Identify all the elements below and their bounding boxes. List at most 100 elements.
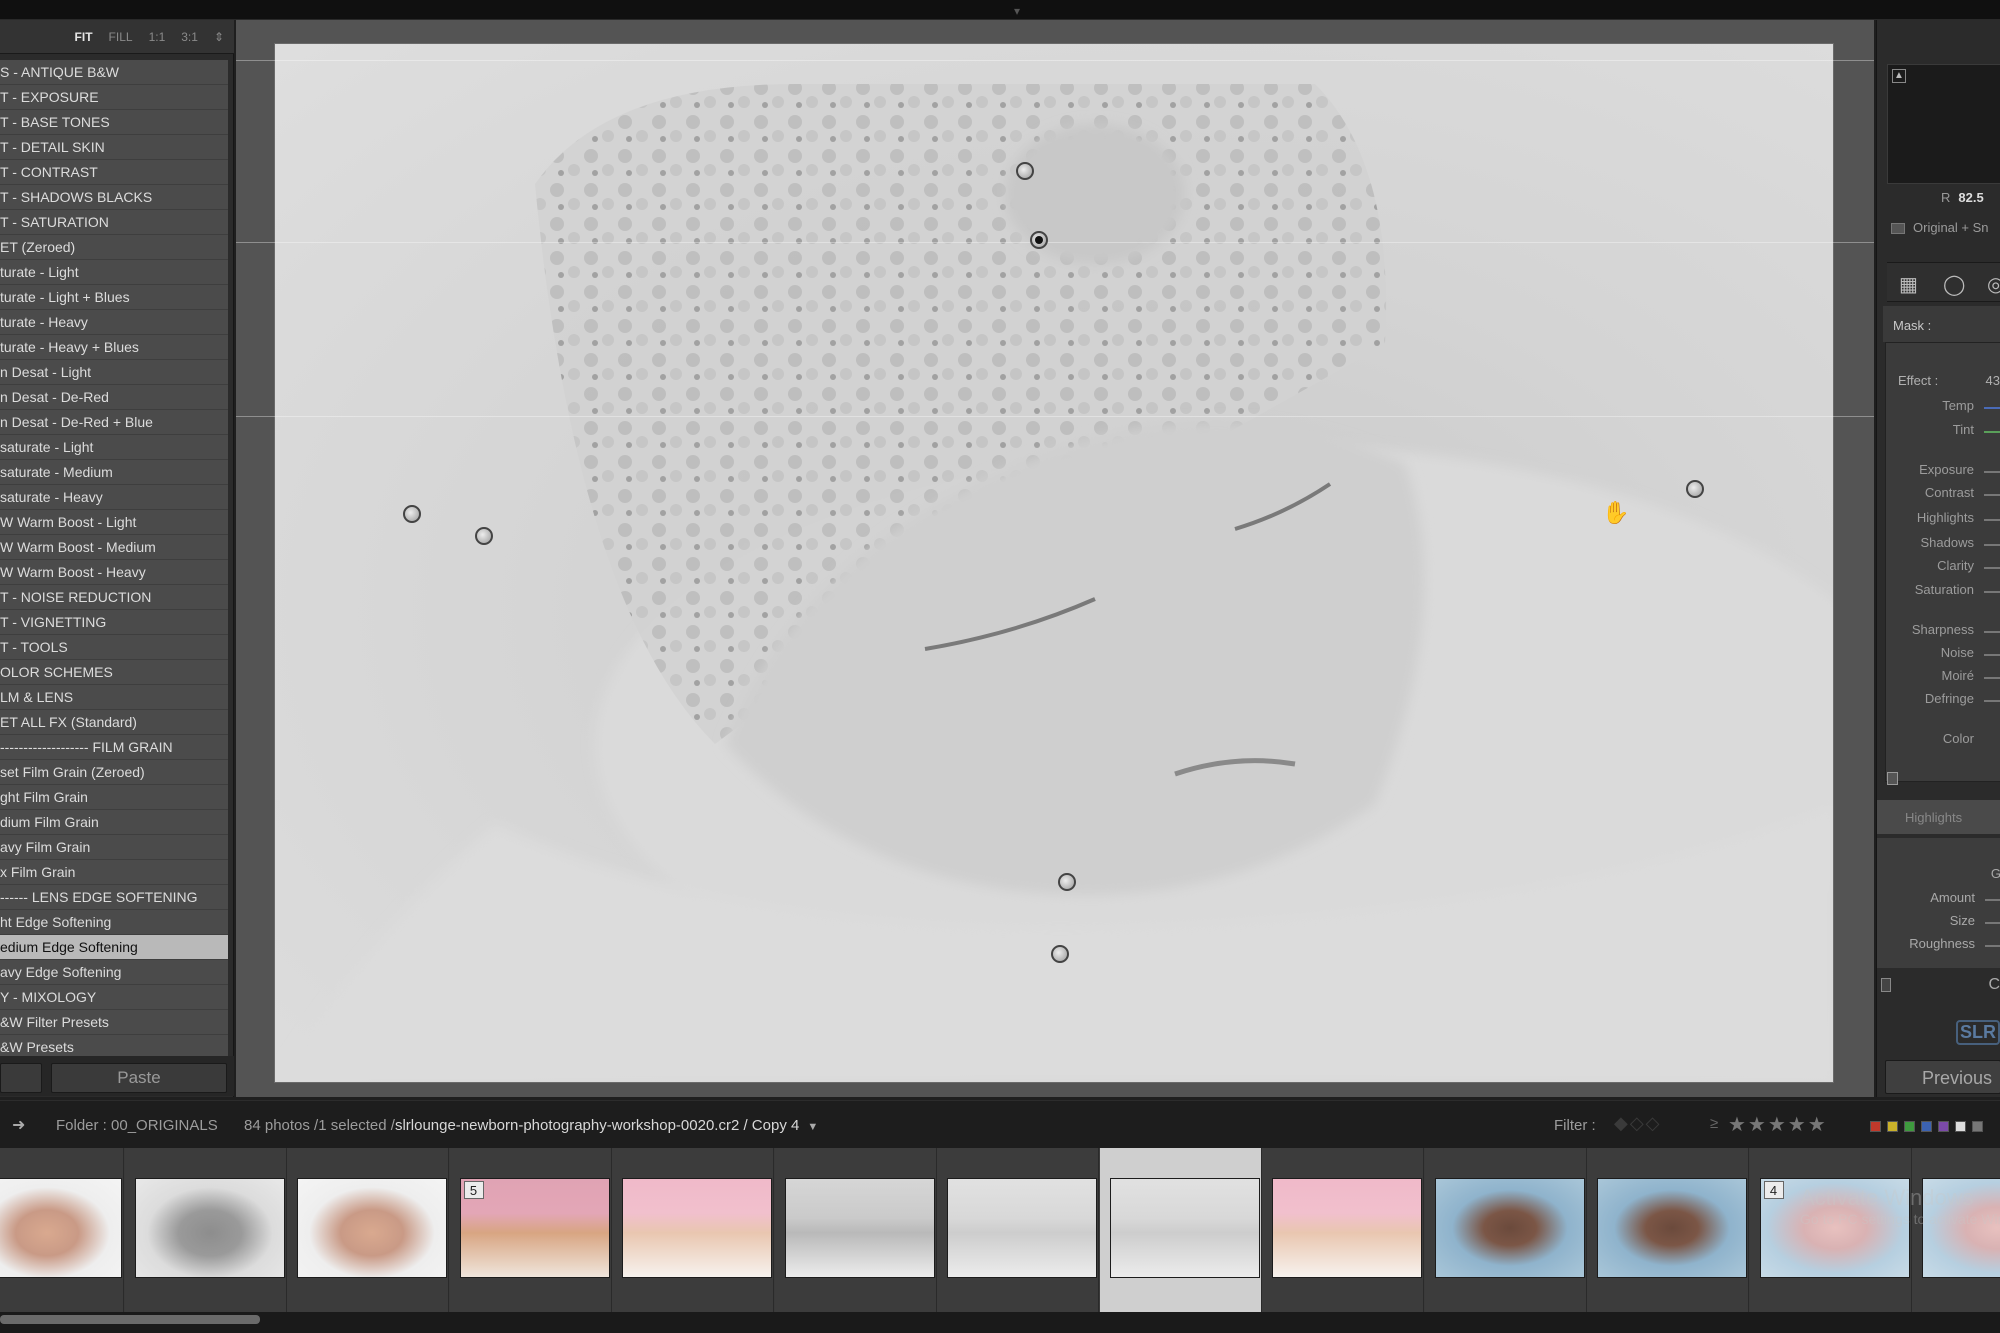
preset-item[interactable]: x Film Grain bbox=[0, 860, 228, 885]
preset-item[interactable]: T - VIGNETTING bbox=[0, 610, 228, 635]
panel-switch-icon[interactable] bbox=[1887, 772, 1898, 785]
zoom-1-1[interactable]: 1:1 bbox=[149, 30, 166, 44]
preset-item[interactable]: n Desat - Light bbox=[0, 360, 228, 385]
filmstrip-thumbnail[interactable] bbox=[1434, 1178, 1585, 1278]
filmstrip-thumbnail[interactable] bbox=[1597, 1178, 1747, 1278]
preset-item[interactable]: turate - Heavy + Blues bbox=[0, 335, 228, 360]
preset-item[interactable]: W Warm Boost - Medium bbox=[0, 535, 228, 560]
preset-item[interactable]: T - TOOLS bbox=[0, 635, 228, 660]
preset-item[interactable]: LM & LENS bbox=[0, 685, 228, 710]
collapse-letter[interactable]: C bbox=[1988, 976, 2000, 994]
adjustment-slider[interactable] bbox=[1984, 654, 2000, 656]
preset-item[interactable]: T - NOISE REDUCTION bbox=[0, 585, 228, 610]
preset-item[interactable]: avy Edge Softening bbox=[0, 960, 228, 985]
color-label-filter[interactable] bbox=[1870, 1121, 1983, 1132]
adjustment-pin[interactable] bbox=[475, 527, 493, 545]
filmstrip-cell[interactable] bbox=[1912, 1148, 2000, 1312]
folder-source[interactable]: Folder : 00_ORIGINALS bbox=[56, 1117, 218, 1134]
stack-count-badge[interactable]: 4 bbox=[1763, 1181, 1784, 1199]
preset-item[interactable]: W Warm Boost - Light bbox=[0, 510, 228, 535]
file-name[interactable]: slrlounge-newborn-photography-workshop-0… bbox=[395, 1117, 799, 1134]
preset-item[interactable]: T - EXPOSURE bbox=[0, 85, 228, 110]
color-label-swatch[interactable] bbox=[1870, 1121, 1881, 1132]
color-label-swatch[interactable] bbox=[1955, 1121, 1966, 1132]
filmstrip-cell[interactable]: 4 bbox=[1749, 1148, 1912, 1312]
main-photo[interactable] bbox=[274, 43, 1834, 1083]
grain-slider[interactable] bbox=[1985, 899, 2000, 901]
preset-item[interactable]: turate - Heavy bbox=[0, 310, 228, 335]
filmstrip-cell[interactable] bbox=[124, 1148, 287, 1312]
adjustment-slider[interactable] bbox=[1984, 494, 2000, 496]
filmstrip-cell[interactable] bbox=[1262, 1148, 1424, 1312]
preset-item[interactable]: S - ANTIQUE B&W bbox=[0, 60, 228, 85]
preset-item[interactable]: Y - MIXOLOGY bbox=[0, 985, 228, 1010]
adjustment-pin-active[interactable] bbox=[1030, 231, 1048, 249]
spot-removal-icon[interactable]: ◯ bbox=[1943, 272, 1965, 297]
image-view[interactable]: ✋ bbox=[236, 20, 1874, 1097]
preset-item[interactable]: saturate - Light bbox=[0, 435, 228, 460]
preset-item[interactable]: set Film Grain (Zeroed) bbox=[0, 760, 228, 785]
adjustment-slider[interactable] bbox=[1984, 677, 2000, 679]
preset-item[interactable]: turate - Light + Blues bbox=[0, 285, 228, 310]
preset-item[interactable]: dium Film Grain bbox=[0, 810, 228, 835]
paste-button[interactable]: Paste bbox=[51, 1063, 227, 1093]
presets-list[interactable]: S - ANTIQUE B&W T - EXPOSURE T - BASE TONE… bbox=[0, 60, 228, 1065]
filmstrip-cell[interactable] bbox=[612, 1148, 774, 1312]
color-label-swatch[interactable] bbox=[1921, 1121, 1932, 1132]
adjustment-slider[interactable] bbox=[1984, 407, 2000, 409]
filmstrip-cell[interactable] bbox=[937, 1148, 1099, 1312]
filmstrip-cell[interactable] bbox=[1424, 1148, 1587, 1312]
adjustment-pin[interactable] bbox=[1051, 945, 1069, 963]
color-label-swatch[interactable] bbox=[1938, 1121, 1949, 1132]
preset-item[interactable]: ------------------- FILM GRAIN bbox=[0, 735, 228, 760]
rating-operator[interactable]: ≥ bbox=[1710, 1115, 1718, 1132]
preset-item[interactable]: T - SATURATION bbox=[0, 210, 228, 235]
color-label-swatch[interactable] bbox=[1904, 1121, 1915, 1132]
adjustment-slider[interactable] bbox=[1984, 519, 2000, 521]
top-panel-strip[interactable]: ▾ bbox=[0, 0, 2000, 20]
copy-button[interactable] bbox=[0, 1063, 42, 1093]
filmstrip-scrollbar[interactable] bbox=[0, 1312, 2000, 1333]
zoom-3-1[interactable]: 3:1 bbox=[181, 30, 198, 44]
scrollbar-thumb[interactable] bbox=[0, 1315, 260, 1324]
preset-item[interactable]: ht Edge Softening bbox=[0, 910, 228, 935]
color-label-swatch[interactable] bbox=[1972, 1121, 1983, 1132]
preset-item[interactable]: ET (Zeroed) bbox=[0, 235, 228, 260]
grain-slider[interactable] bbox=[1985, 922, 2000, 924]
filmstrip-thumbnail[interactable] bbox=[622, 1178, 772, 1278]
adjustment-slider[interactable] bbox=[1984, 471, 2000, 473]
filmstrip-cell[interactable] bbox=[0, 1148, 124, 1312]
adjustment-pin[interactable] bbox=[403, 505, 421, 523]
panel-switch-icon[interactable] bbox=[1881, 978, 1891, 992]
filmstrip-thumbnail[interactable] bbox=[1272, 1178, 1422, 1278]
top-panel-toggle-icon[interactable]: ▾ bbox=[1014, 4, 1020, 18]
filmstrip[interactable]: 54 bbox=[0, 1148, 2000, 1312]
adjustment-slider[interactable] bbox=[1984, 591, 2000, 593]
preset-item[interactable]: ET ALL FX (Standard) bbox=[0, 710, 228, 735]
filmstrip-thumbnail[interactable] bbox=[947, 1178, 1097, 1278]
filmstrip-thumbnail[interactable] bbox=[0, 1178, 122, 1278]
filmstrip-thumbnail[interactable] bbox=[297, 1178, 447, 1278]
crop-grid-icon[interactable]: ▦ bbox=[1899, 272, 1918, 297]
preset-item[interactable]: T - CONTRAST bbox=[0, 160, 228, 185]
preset-item[interactable]: &W Filter Presets bbox=[0, 1010, 228, 1035]
preset-item[interactable]: n Desat - De-Red + Blue bbox=[0, 410, 228, 435]
filmstrip-cell[interactable]: 5 bbox=[449, 1148, 612, 1312]
adjustment-slider[interactable] bbox=[1984, 431, 2000, 433]
filmstrip-cell[interactable] bbox=[287, 1148, 449, 1312]
filmstrip-cell[interactable] bbox=[1099, 1148, 1262, 1312]
zoom-fit[interactable]: FIT bbox=[75, 30, 93, 44]
preset-item[interactable]: avy Film Grain bbox=[0, 835, 228, 860]
preset-item[interactable]: saturate - Medium bbox=[0, 460, 228, 485]
red-eye-icon[interactable]: ◎ bbox=[1987, 272, 2000, 297]
stack-count-badge[interactable]: 5 bbox=[463, 1181, 484, 1199]
filmstrip-thumbnail[interactable] bbox=[784, 1178, 935, 1278]
previous-button[interactable]: Previous bbox=[1885, 1060, 2000, 1094]
adjustment-slider[interactable] bbox=[1984, 544, 2000, 546]
star-rating-filter[interactable]: ★★★★★ bbox=[1728, 1112, 1828, 1137]
file-name-dropdown-icon[interactable]: ▼ bbox=[807, 1121, 818, 1133]
adjustment-pin[interactable] bbox=[1058, 873, 1076, 891]
preset-item[interactable]: ------ LENS EDGE SOFTENING bbox=[0, 885, 228, 910]
filmstrip-cell[interactable] bbox=[774, 1148, 937, 1312]
preset-item[interactable]: n Desat - De-Red bbox=[0, 385, 228, 410]
